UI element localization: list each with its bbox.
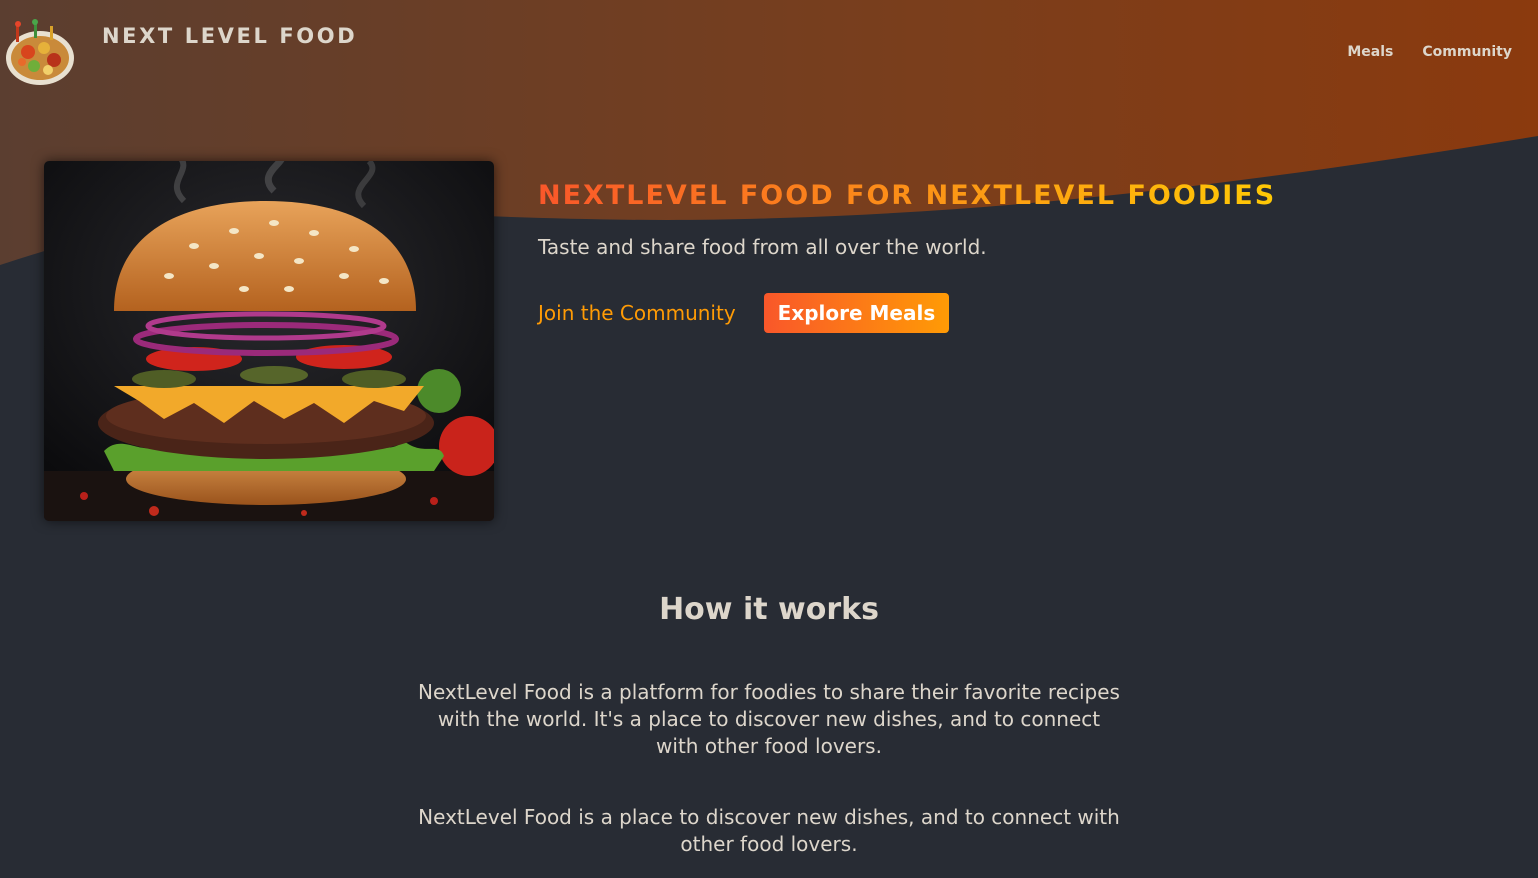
- main-header: NEXT LEVEL FOOD Meals Community: [0, 0, 1538, 106]
- hero-cta-row: Join the Community Explore Meals: [538, 293, 1276, 333]
- nav-link-meals[interactable]: Meals: [1347, 44, 1393, 60]
- how-it-works-paragraph: NextLevel Food is a place to discover ne…: [418, 805, 1120, 856]
- hero-burger-image: [44, 161, 494, 521]
- page: NEXT LEVEL FOOD Meals Community NEXTLEVE…: [0, 0, 1538, 878]
- hero-title: NEXTLEVEL FOOD FOR NEXTLEVEL FOODIES: [538, 180, 1277, 211]
- burger-image-icon: [44, 161, 494, 521]
- main-nav: Meals Community: [1347, 44, 1512, 60]
- site-title[interactable]: NEXT LEVEL FOOD: [102, 24, 357, 48]
- hero-content: NEXTLEVEL FOOD FOR NEXTLEVEL FOODIES Tas…: [538, 180, 1276, 333]
- explore-meals-button[interactable]: Explore Meals: [763, 293, 950, 333]
- how-it-works-title: How it works: [659, 592, 879, 627]
- nav-link-community[interactable]: Community: [1422, 44, 1512, 60]
- hero-subtitle: Taste and share food from all over the w…: [538, 235, 987, 259]
- join-community-link[interactable]: Join the Community: [538, 301, 736, 325]
- how-it-works-section: How it works NextLevel Food is a platfor…: [0, 592, 1538, 858]
- how-it-works-paragraph: NextLevel Food is a platform for foodies…: [418, 680, 1120, 758]
- food-plate-logo-icon: [6, 19, 74, 85]
- logo-link[interactable]: [4, 18, 76, 88]
